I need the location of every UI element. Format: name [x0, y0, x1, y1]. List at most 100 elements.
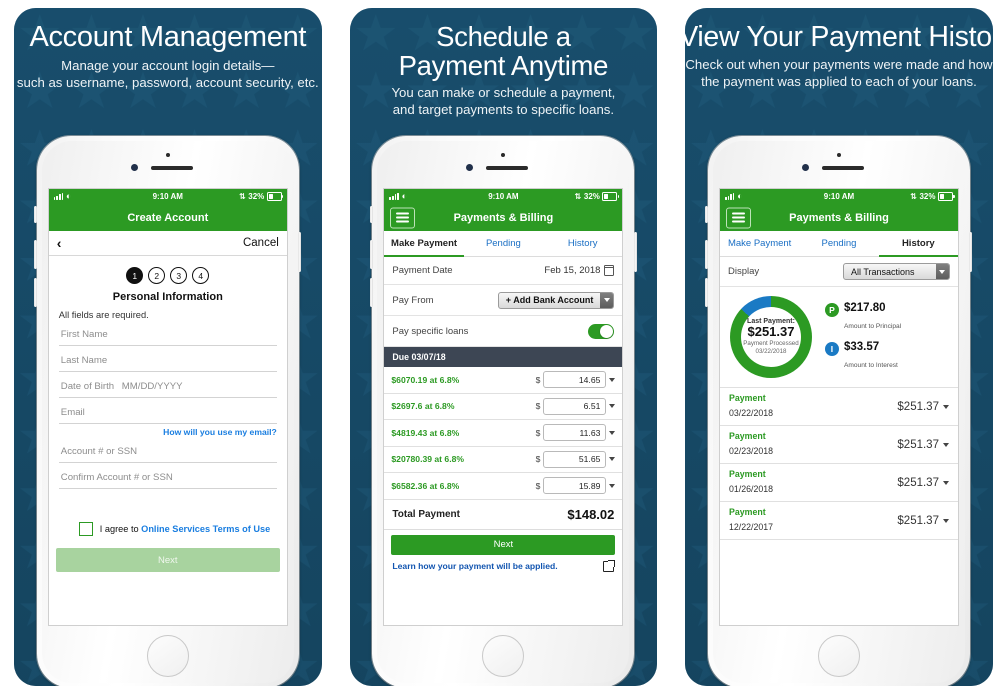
battery-icon: [937, 192, 955, 201]
earpiece-speaker-icon: [821, 166, 864, 170]
tab-pending[interactable]: Pending: [464, 231, 543, 256]
app-nav-bar: Create Account: [48, 204, 287, 231]
payment-label: Payment: [728, 468, 766, 479]
email-usage-link[interactable]: How will you use my email?: [59, 427, 277, 437]
hamburger-icon[interactable]: [725, 207, 751, 228]
learn-more-link[interactable]: Learn how your payment will be applied.: [392, 561, 557, 571]
bluetooth-icon: ⇅: [910, 192, 917, 201]
chevron-down-icon[interactable]: [942, 518, 949, 523]
interest-caption: Amount to Interest: [843, 361, 898, 369]
step-3[interactable]: 3: [170, 267, 188, 284]
loan-name: $6070.19 at 6.8%: [391, 374, 460, 385]
external-link-icon[interactable]: [603, 559, 616, 572]
last-name-field[interactable]: Last Name: [58, 346, 277, 372]
subtitle-line: the payment was applied to each of your …: [701, 74, 977, 90]
phone-volume-up-button[interactable]: [705, 240, 709, 269]
step-1[interactable]: 1: [126, 267, 144, 284]
tab-make-payment[interactable]: Make Payment: [384, 231, 465, 257]
next-button[interactable]: Next: [391, 534, 616, 555]
loan-amount-input[interactable]: 6.51: [543, 397, 607, 415]
chevron-down-icon[interactable]: [942, 442, 949, 447]
terms-agreement-text: I agree to Online Services Terms of Use: [100, 524, 270, 534]
terms-of-use-link[interactable]: Online Services Terms of Use: [141, 524, 270, 534]
phone-power-button[interactable]: [633, 232, 637, 272]
phone-volume-down-button[interactable]: [705, 278, 709, 307]
chevron-down-icon[interactable]: [942, 404, 949, 409]
panel-title: View Your Payment History: [685, 21, 993, 53]
cancel-button[interactable]: Cancel: [243, 237, 279, 249]
loan-amount-input[interactable]: 14.65: [543, 371, 607, 389]
loan-name: $2697.6 at 6.8%: [391, 401, 455, 412]
subtitle-line: such as username, password, account secu…: [16, 74, 319, 90]
chevron-down-icon[interactable]: [609, 457, 616, 462]
chevron-down-icon[interactable]: [942, 480, 949, 485]
pay-specific-loans-toggle[interactable]: [588, 323, 615, 339]
payment-date: 02/23/2018: [728, 445, 774, 456]
display-filter-dropdown[interactable]: All Transactions: [842, 263, 950, 280]
step-4[interactable]: 4: [192, 267, 210, 284]
email-field[interactable]: Email: [58, 398, 277, 424]
home-button[interactable]: [817, 635, 860, 677]
chevron-down-icon[interactable]: [609, 404, 616, 409]
terms-checkbox[interactable]: [78, 522, 93, 536]
dob-placeholder: Date of Birth: [60, 381, 115, 392]
tab-pending[interactable]: Pending: [799, 231, 878, 256]
tab-history[interactable]: History: [878, 231, 958, 257]
payment-history-row[interactable]: Payment 03/22/2018 $251.37: [719, 388, 958, 426]
phone-power-button[interactable]: [298, 232, 302, 272]
pay-from-dropdown[interactable]: + Add Bank Account: [497, 291, 615, 309]
learn-more-row[interactable]: Learn how your payment will be applied.: [392, 559, 616, 572]
currency-symbol: $: [535, 427, 541, 438]
status-bar-right: ⇅ 32%: [239, 192, 284, 201]
payment-amount-group[interactable]: $251.37: [897, 439, 949, 451]
chevron-down-icon[interactable]: [609, 483, 616, 488]
step-2[interactable]: 2: [148, 267, 166, 284]
payment-date-value-group[interactable]: Feb 15, 2018: [544, 265, 615, 276]
payment-history-row[interactable]: Payment 02/23/2018 $251.37: [719, 426, 958, 464]
confirm-account-ssn-placeholder: Confirm Account # or SSN: [60, 472, 173, 483]
tab-make-payment[interactable]: Make Payment: [720, 231, 799, 256]
phone-power-button[interactable]: [969, 232, 973, 272]
chevron-down-icon[interactable]: [609, 377, 616, 382]
phone-mute-switch[interactable]: [34, 206, 38, 223]
front-camera-icon: [836, 153, 841, 157]
payment-history-row[interactable]: Payment 01/26/2018 $251.37: [719, 464, 958, 502]
back-chevron-icon[interactable]: ‹: [57, 236, 62, 250]
pay-specific-loans-label: Pay specific loans: [392, 325, 469, 337]
last-payment-summary: Last Payment: $251.37 Payment Processed …: [719, 287, 958, 388]
loan-amount-input[interactable]: 15.89: [543, 477, 607, 495]
payment-amount-group[interactable]: $251.37: [897, 515, 949, 527]
payment-amount-group[interactable]: $251.37: [897, 477, 949, 489]
proximity-sensor-icon: [466, 164, 474, 171]
payment-amount-group[interactable]: $251.37: [897, 401, 949, 413]
account-or-ssn-field[interactable]: Account # or SSN: [58, 437, 277, 463]
phone-mute-switch[interactable]: [705, 206, 709, 223]
loan-amount-input[interactable]: 11.63: [543, 424, 607, 442]
loan-amount-input[interactable]: 51.65: [543, 450, 607, 468]
panel-headings: Account Management Manage your account l…: [14, 22, 322, 92]
payment-history-row[interactable]: Payment 12/22/2017 $251.37: [719, 502, 958, 540]
home-button[interactable]: [482, 635, 525, 677]
home-button[interactable]: [146, 635, 189, 677]
card-background: Account Management Manage your account l…: [14, 8, 322, 686]
date-of-birth-field[interactable]: Date of Birth MM/DD/YYYY: [58, 372, 277, 398]
payment-date-row[interactable]: Payment Date Feb 15, 2018: [384, 257, 623, 285]
phone-volume-up-button[interactable]: [369, 240, 373, 269]
phone-volume-down-button[interactable]: [369, 278, 373, 307]
tab-history[interactable]: History: [543, 231, 622, 256]
confirm-account-or-ssn-field[interactable]: Confirm Account # or SSN: [58, 463, 277, 489]
phone-mute-switch[interactable]: [369, 206, 373, 223]
calendar-icon[interactable]: [604, 265, 615, 276]
status-bar-right: ⇅ 32%: [910, 192, 955, 201]
next-button[interactable]: Next: [55, 548, 280, 572]
phone-volume-up-button[interactable]: [34, 240, 38, 269]
status-bar: ◐ 9:10 AM ⇅ 32%: [48, 189, 287, 204]
phone-volume-down-button[interactable]: [34, 278, 38, 307]
hamburger-icon[interactable]: [390, 207, 416, 228]
interest-badge-icon: I: [824, 342, 839, 356]
total-payment-label: Total Payment: [392, 508, 460, 520]
first-name-field[interactable]: First Name: [58, 320, 277, 346]
chevron-down-icon[interactable]: [609, 430, 616, 435]
payment-amount: $251.37: [897, 514, 939, 527]
subtitle-line: You can make or schedule a payment,: [391, 85, 616, 101]
